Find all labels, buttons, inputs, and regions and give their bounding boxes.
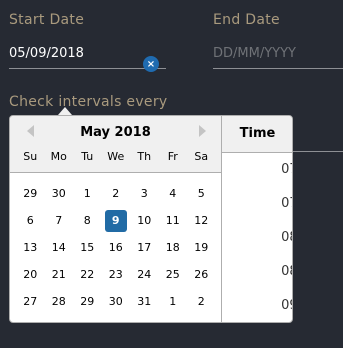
calendar-day[interactable]: 28 (45, 291, 74, 313)
calendar-day[interactable]: 21 (45, 264, 74, 286)
calendar-header: May 2018 Su Mo Tu We Th Fr Sa (10, 116, 221, 173)
interval-label: Check intervals every (9, 94, 168, 110)
day-name: Fr (167, 150, 178, 163)
clear-date-button[interactable]: × (143, 56, 159, 72)
calendar-day[interactable]: 18 (159, 237, 188, 259)
calendar-day[interactable]: 23 (102, 264, 131, 286)
start-date-label: Start Date (9, 12, 85, 28)
calendar-day[interactable]: 5 (187, 183, 216, 205)
calendar-week: 27 28 29 30 31 1 2 (16, 289, 216, 316)
calendar-day[interactable]: 7 (45, 210, 74, 232)
calendar-day[interactable]: 27 (16, 291, 45, 313)
start-date-underline (9, 68, 166, 69)
calendar-day[interactable]: 8 (73, 210, 102, 232)
calendar-day[interactable]: 13 (16, 237, 45, 259)
day-name: Th (137, 150, 152, 163)
calendar-day[interactable]: 6 (16, 210, 45, 232)
calendar-day-selected[interactable]: 9 (104, 209, 127, 232)
time-option[interactable]: 08: (222, 255, 292, 289)
time-title: Time (239, 126, 276, 141)
time-option[interactable]: 07: (222, 153, 292, 187)
calendar-week: 29 30 1 2 3 4 5 (16, 180, 216, 207)
time-option-label: 07: (281, 196, 292, 211)
day-name: Sa (194, 150, 209, 163)
end-date-label: End Date (213, 12, 280, 28)
calendar-day[interactable]: 24 (130, 264, 159, 286)
calendar-day[interactable]: 25 (159, 264, 188, 286)
time-option-label: 08: (281, 230, 292, 245)
datepicker-popup: May 2018 Su Mo Tu We Th Fr Sa 29 30 1 2 … (9, 115, 293, 323)
calendar-day[interactable]: 14 (45, 237, 74, 259)
next-month-button[interactable] (199, 125, 206, 137)
calendar-day[interactable]: 12 (187, 210, 216, 232)
calendar-week: 20 21 22 23 24 25 26 (16, 262, 216, 289)
calendar-day[interactable]: 1 (73, 183, 102, 205)
calendar-day[interactable]: 26 (187, 264, 216, 286)
calendar-day[interactable]: 29 (16, 183, 45, 205)
calendar-day[interactable]: 31 (130, 291, 159, 313)
time-option-label: 09: (281, 298, 292, 313)
calendar-day[interactable]: 2 (102, 183, 131, 205)
popup-pointer (58, 107, 72, 115)
calendar-day[interactable]: 30 (45, 183, 74, 205)
calendar-day[interactable]: 17 (130, 237, 159, 259)
calendar-day[interactable]: 20 (16, 264, 45, 286)
day-name: We (107, 150, 125, 163)
calendar-day[interactable]: 30 (102, 291, 131, 313)
calendar-day[interactable]: 10 (130, 210, 159, 232)
calendar-day[interactable]: 15 (73, 237, 102, 259)
calendar-day[interactable]: 3 (130, 183, 159, 205)
interval-underline (291, 151, 343, 152)
end-date-input[interactable]: DD/MM/YYYY (213, 46, 296, 61)
time-option[interactable]: 07: (222, 187, 292, 221)
time-option[interactable]: 08: (222, 221, 292, 255)
calendar-week: 13 14 15 16 17 18 19 (16, 234, 216, 261)
calendar-day[interactable]: 22 (73, 264, 102, 286)
calendar-day[interactable]: 2 (187, 291, 216, 313)
calendar-day[interactable]: 1 (159, 291, 188, 313)
time-option-label: 07: (281, 162, 292, 177)
day-name: Tu (81, 150, 94, 163)
close-icon: × (146, 58, 156, 70)
calendar-day[interactable]: 16 (102, 237, 131, 259)
time-header: Time (222, 116, 292, 153)
time-option[interactable]: 09: (222, 289, 292, 322)
current-month: May 2018 (80, 125, 151, 140)
day-name: Su (23, 150, 38, 163)
calendar-day[interactable]: 19 (187, 237, 216, 259)
calendar-grid: 29 30 1 2 3 4 5 6 7 8 9 10 11 12 13 14 1… (16, 180, 216, 316)
end-date-underline (213, 68, 343, 69)
calendar-day[interactable]: 11 (159, 210, 188, 232)
calendar-day[interactable]: 4 (159, 183, 188, 205)
start-date-input[interactable]: 05/09/2018 (9, 46, 84, 61)
day-name: Mo (50, 150, 67, 163)
time-list[interactable]: 07: 07: 08: 08: 09: (222, 153, 292, 322)
time-section: Time 07: 07: 08: 08: 09: (221, 116, 292, 322)
day-names-row: Su Mo Tu We Th Fr Sa (16, 150, 216, 163)
time-option-label: 08: (281, 264, 292, 279)
calendar-day[interactable]: 29 (73, 291, 102, 313)
calendar-week: 6 7 8 9 10 11 12 (16, 207, 216, 234)
